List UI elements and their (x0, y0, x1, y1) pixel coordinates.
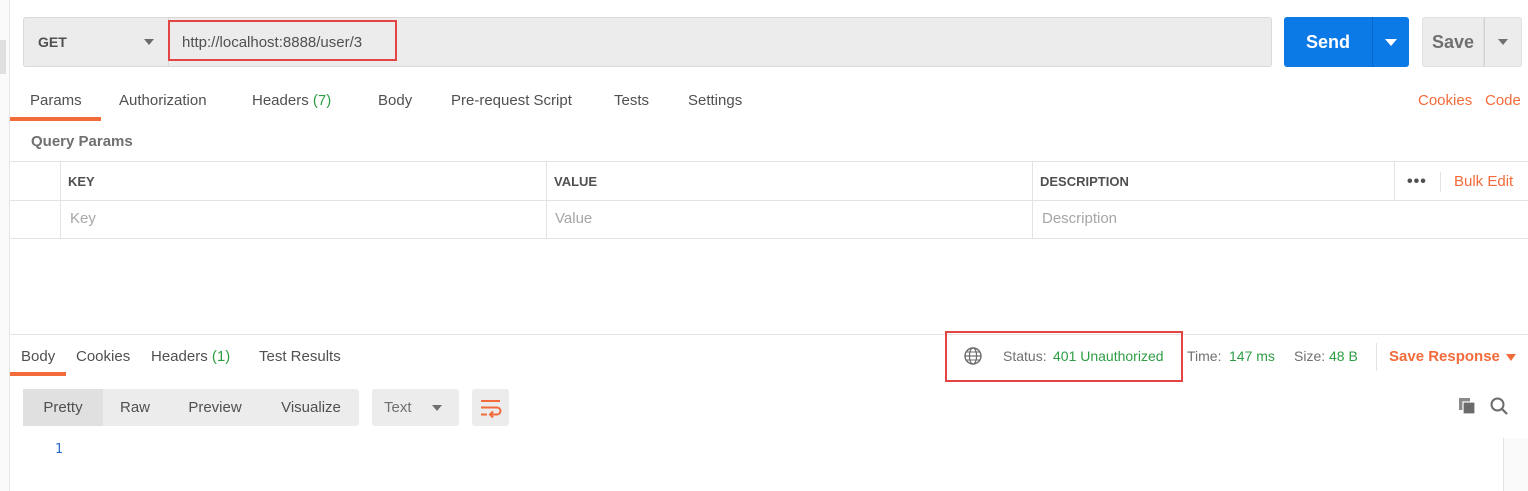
column-divider (1032, 162, 1033, 239)
status-value[interactable]: 401 Unauthorized (1053, 348, 1164, 364)
chevron-down-icon[interactable] (1506, 354, 1516, 361)
time-value[interactable]: 147 ms (1229, 348, 1275, 364)
tab-headers[interactable]: Headers (7) (252, 92, 331, 109)
size-value[interactable]: 48 B (1329, 348, 1358, 364)
save-options-button[interactable] (1484, 17, 1522, 67)
cookies-link[interactable]: Cookies (1418, 92, 1472, 109)
line-number: 1 (55, 442, 63, 457)
tab-headers-label: Headers (252, 92, 309, 109)
size-label: Size: (1294, 348, 1326, 364)
response-tab-body[interactable]: Body (21, 348, 55, 365)
view-pretty[interactable]: Pretty (23, 389, 103, 426)
response-tab-headers[interactable]: Headers (1) (151, 348, 230, 365)
tab-prerequest-script[interactable]: Pre-request Script (451, 92, 572, 109)
response-tab-cookies[interactable]: Cookies (76, 348, 130, 365)
column-header-key: KEY (68, 174, 95, 189)
divider (1376, 343, 1377, 371)
response-tab-headers-label: Headers (151, 348, 208, 365)
chevron-down-icon (144, 39, 154, 45)
code-link[interactable]: Code (1485, 92, 1521, 109)
view-visualize[interactable]: Visualize (263, 389, 359, 426)
tab-body[interactable]: Body (378, 92, 412, 109)
left-sidebar-gutter (0, 0, 10, 491)
chevron-down-icon (1498, 39, 1508, 45)
wrap-lines-button[interactable] (472, 389, 509, 426)
format-value: Text (384, 399, 412, 416)
tab-settings[interactable]: Settings (688, 92, 742, 109)
response-tab-test-results[interactable]: Test Results (259, 348, 341, 365)
sidebar-collapse-handle[interactable] (0, 40, 6, 74)
column-header-description: DESCRIPTION (1040, 174, 1129, 189)
search-icon[interactable] (1489, 396, 1509, 416)
time-label: Time: (1187, 348, 1222, 364)
save-button[interactable]: Save (1422, 17, 1484, 67)
method-select[interactable]: GET (23, 17, 168, 67)
response-view-toggle: Pretty Raw Preview Visualize (23, 389, 359, 426)
description-input[interactable]: Description (1042, 210, 1117, 227)
url-input[interactable]: http://localhost:8888/user/3 (168, 17, 1272, 67)
column-divider (1440, 172, 1441, 192)
format-select[interactable]: Text (372, 389, 459, 426)
table-divider (10, 200, 1528, 201)
response-headers-count-badge: (1) (211, 348, 231, 365)
chevron-down-icon (432, 405, 442, 411)
save-response-button[interactable]: Save Response (1389, 348, 1500, 365)
wrap-lines-icon (481, 400, 502, 419)
tab-params[interactable]: Params (30, 92, 82, 109)
column-divider (1394, 162, 1395, 200)
send-button[interactable]: Send (1284, 17, 1372, 67)
copy-icon[interactable] (1457, 396, 1477, 416)
url-value: http://localhost:8888/user/3 (182, 33, 363, 51)
value-input[interactable]: Value (555, 210, 592, 227)
query-params-title: Query Params (31, 133, 133, 150)
tab-authorization[interactable]: Authorization (119, 92, 207, 109)
tab-tests[interactable]: Tests (614, 92, 649, 109)
view-raw[interactable]: Raw (103, 389, 167, 426)
editor-scrollbar[interactable] (1503, 438, 1528, 491)
bulk-edit-link[interactable]: Bulk Edit (1454, 173, 1513, 190)
column-header-value: VALUE (554, 174, 598, 189)
method-label: GET (38, 34, 67, 50)
key-input[interactable]: Key (70, 210, 96, 227)
response-divider (10, 334, 1528, 335)
active-tab-indicator (10, 117, 101, 121)
send-options-button[interactable] (1372, 17, 1409, 67)
globe-icon[interactable] (963, 346, 983, 366)
status-label: Status: (1003, 348, 1047, 364)
view-preview[interactable]: Preview (167, 389, 263, 426)
column-divider (546, 162, 547, 239)
column-divider (60, 162, 61, 239)
headers-count-badge: (7) (312, 92, 332, 109)
chevron-down-icon (1385, 39, 1397, 46)
more-options-icon[interactable]: ••• (1407, 173, 1427, 191)
active-response-tab-indicator (10, 372, 66, 376)
query-params-table: KEY VALUE DESCRIPTION ••• Bulk Edit Key … (10, 161, 1528, 239)
